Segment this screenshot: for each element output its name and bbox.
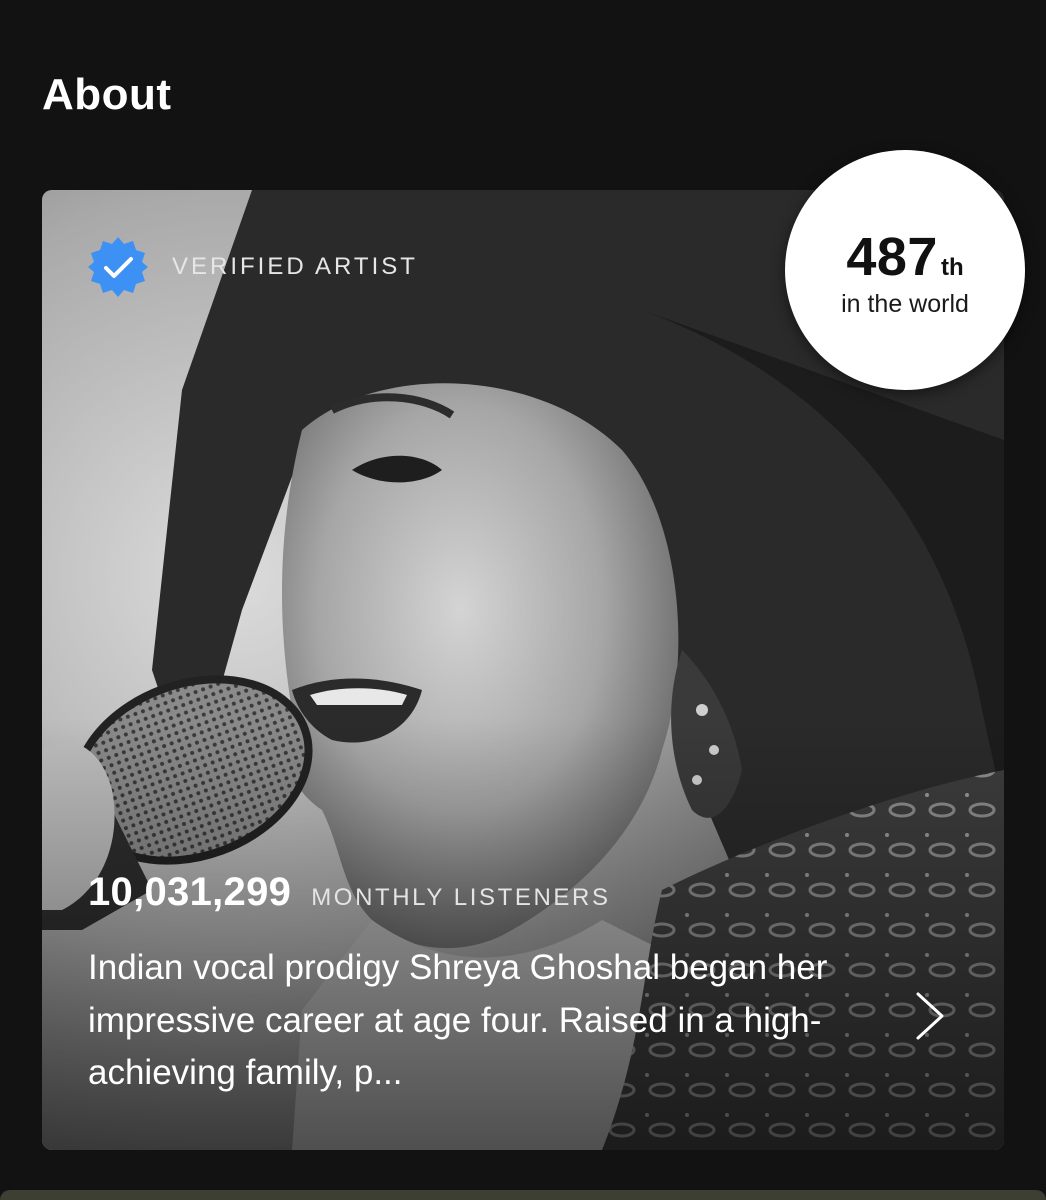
artist-page: About VERIFIED ARTIST 10,031,299 MONTHLY… (0, 0, 1046, 1200)
world-rank-line: 487 th (846, 226, 963, 288)
verified-artist-row: VERIFIED ARTIST (86, 235, 418, 299)
world-rank-badge: 487 th in the world (785, 150, 1025, 390)
monthly-listeners-row: 10,031,299 MONTHLY LISTENERS (88, 870, 611, 915)
verified-artist-label: VERIFIED ARTIST (172, 253, 418, 280)
chevron-right-icon[interactable] (910, 988, 950, 1044)
monthly-listeners-count: 10,031,299 (88, 870, 292, 914)
world-rank-caption: in the world (841, 289, 969, 318)
next-section-edge (0, 1190, 1046, 1200)
verified-badge-icon (88, 237, 148, 297)
artist-bio: Indian vocal prodigy Shreya Ghoshal bega… (88, 948, 828, 1092)
section-title: About (42, 70, 172, 119)
world-rank-suffix: th (940, 253, 964, 281)
world-rank-number: 487 (846, 226, 938, 287)
monthly-listeners-label: MONTHLY LISTENERS (311, 884, 611, 911)
